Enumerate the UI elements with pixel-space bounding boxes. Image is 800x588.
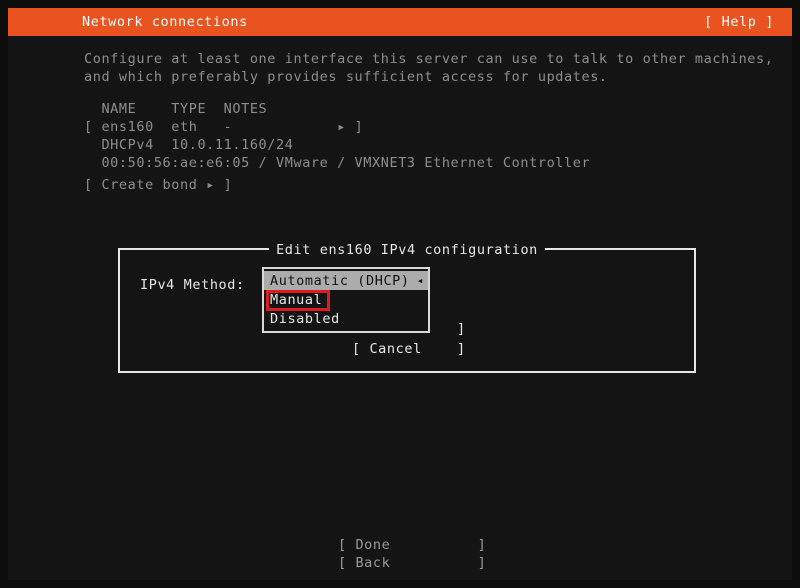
dropdown-option-label: Automatic (DHCP): [270, 272, 410, 289]
interface-row-summary: [ ens160 eth -: [84, 119, 233, 135]
dropdown-option-label: Manual: [270, 291, 323, 308]
interface-row-detail-dhcp: DHCPv4 10.0.11.160/24: [84, 137, 294, 153]
dropdown-option-label: Disabled: [270, 310, 340, 327]
back-button[interactable]: [ Back ]: [338, 554, 486, 572]
done-button[interactable]: [ Done ]: [338, 536, 486, 554]
dropdown-option-manual[interactable]: Manual: [264, 290, 428, 309]
dialog-title: Edit ens160 IPv4 configuration: [269, 242, 545, 258]
chevron-right-icon: ▸: [337, 119, 346, 135]
interface-columns-header: NAME TYPE NOTES: [84, 101, 268, 117]
footer-actions: [ Done ] [ Back ]: [338, 536, 486, 572]
chevron-left-icon: ◂: [416, 274, 424, 287]
interface-row-pad: [232, 119, 337, 135]
interface-list: NAME TYPE NOTES [ ens160 eth - ▸ ] DHCPv…: [84, 100, 590, 172]
interface-row-detail-mac: 00:50:56:ae:e6:05 / VMware / VMXNET3 Eth…: [84, 155, 591, 171]
cancel-button[interactable]: [ Cancel: [352, 340, 422, 358]
intro-line-1: Configure at least one interface this se…: [84, 51, 774, 67]
intro-text: Configure at least one interface this se…: [84, 50, 774, 86]
interface-row-bracket-close: [346, 119, 355, 135]
dropdown-option-automatic-dhcp[interactable]: Automatic (DHCP) ◂: [264, 271, 428, 290]
screen-root: Network connections [ Help ] Configure a…: [0, 0, 800, 588]
edit-ipv4-configuration-dialog: Edit ens160 IPv4 configuration IPv4 Meth…: [118, 242, 696, 373]
interface-row-close: ]: [354, 119, 364, 135]
intro-line-2: and which preferably provides sufficient…: [84, 69, 608, 85]
dropdown-option-disabled[interactable]: Disabled: [264, 309, 428, 328]
dialog-title-wrap: Edit ens160 IPv4 configuration: [120, 239, 694, 258]
header-bar: Network connections [ Help ]: [8, 8, 792, 36]
ipv4-method-label: IPv4 Method:: [140, 277, 245, 293]
ipv4-method-dropdown[interactable]: Automatic (DHCP) ◂ Manual Disabled: [262, 267, 430, 333]
save-button-bracket-close: ]: [457, 321, 466, 337]
terminal-surface: Network connections [ Help ] Configure a…: [8, 8, 792, 580]
help-button[interactable]: [ Help ]: [704, 14, 774, 30]
create-bond-button[interactable]: [ Create bond ▸ ]: [84, 176, 232, 194]
cancel-button-bracket-close: ]: [457, 341, 466, 357]
page-title: Network connections: [82, 14, 248, 30]
table-row[interactable]: [ ens160 eth - ▸ ]: [84, 118, 590, 136]
